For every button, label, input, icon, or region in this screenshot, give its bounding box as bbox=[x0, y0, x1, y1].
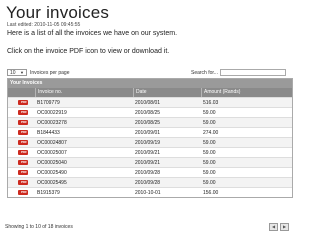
column-header-amount[interactable]: Amount (Rands) bbox=[201, 88, 292, 97]
last-edited-value: 2010-11-05 09:45:55 bbox=[34, 22, 81, 28]
invoice-amount: 59.00 bbox=[203, 110, 216, 116]
invoice-number: OC00025040 bbox=[37, 160, 67, 166]
invoice-number: OC00024807 bbox=[37, 140, 67, 146]
invoice-date: 2010/08/01 bbox=[135, 100, 161, 106]
table-row: PDF B1844433 2010/09/01 274.00 bbox=[8, 127, 292, 137]
pdf-icon[interactable]: PDF bbox=[18, 130, 28, 135]
chevron-down-icon: ▼ bbox=[20, 70, 24, 75]
pdf-icon[interactable]: PDF bbox=[18, 100, 28, 105]
invoice-table: Your Invoices Invoice no. Date Amount (R… bbox=[7, 78, 293, 198]
invoice-number: B1844433 bbox=[37, 130, 60, 136]
table-row: PDF OC00025495 2010/09/28 59.00 bbox=[8, 177, 292, 187]
pdf-cell: PDF bbox=[8, 188, 35, 197]
hint-text: Click on the invoice PDF icon to view or… bbox=[7, 48, 170, 55]
invoice-number: B1709779 bbox=[37, 100, 60, 106]
table-row: PDF OC00024807 2010/09/19 59.00 bbox=[8, 137, 292, 147]
column-header-date[interactable]: Date bbox=[133, 88, 201, 97]
pdf-icon[interactable]: PDF bbox=[18, 110, 28, 115]
invoice-date: 2010/08/25 bbox=[135, 120, 161, 126]
pdf-cell: PDF bbox=[8, 128, 35, 137]
last-edited: Last edited: 2010-11-05 09:45:55 bbox=[7, 22, 80, 28]
pdf-icon[interactable]: PDF bbox=[18, 120, 28, 125]
pdf-icon[interactable]: PDF bbox=[18, 190, 28, 195]
per-page-value: 10 bbox=[10, 69, 16, 76]
invoice-date: 2010/08/25 bbox=[135, 110, 161, 116]
table-header-row: Invoice no. Date Amount (Rands) bbox=[8, 88, 292, 97]
pagination: ◀ ▶ bbox=[269, 223, 289, 231]
invoice-number: OC00023278 bbox=[37, 120, 67, 126]
invoice-amount: 59.00 bbox=[203, 140, 216, 146]
table-summary: Showing 1 to 10 of 18 invoices bbox=[5, 224, 73, 230]
table-row: PDF OC00025007 2010/09/21 59.00 bbox=[8, 147, 292, 157]
invoice-date: 2010/09/01 bbox=[135, 130, 161, 136]
pdf-cell: PDF bbox=[8, 178, 35, 187]
page-title: Your invoices bbox=[6, 3, 110, 22]
pdf-cell: PDF bbox=[8, 98, 35, 107]
invoice-amount: 59.00 bbox=[203, 120, 216, 126]
table-row: PDF B1709779 2010/08/01 516.03 bbox=[8, 97, 292, 107]
table-row: PDF OC00025490 2010/09/28 59.00 bbox=[8, 167, 292, 177]
invoice-date: 2010/09/28 bbox=[135, 170, 161, 176]
pdf-cell: PDF bbox=[8, 108, 35, 117]
column-header-icon[interactable] bbox=[8, 88, 35, 97]
pdf-icon[interactable]: PDF bbox=[18, 150, 28, 155]
pdf-cell: PDF bbox=[8, 168, 35, 177]
pdf-cell: PDF bbox=[8, 148, 35, 157]
pdf-icon[interactable]: PDF bbox=[18, 170, 28, 175]
search-input[interactable] bbox=[219, 69, 286, 76]
invoice-date: 2010/09/19 bbox=[135, 140, 161, 146]
table-row: PDF B1915379 2010-10-01 156.00 bbox=[8, 187, 292, 197]
arrow-left-icon: ◀ bbox=[271, 224, 276, 229]
invoice-date: 2010/09/28 bbox=[135, 180, 161, 186]
table-heading: Your Invoices bbox=[8, 79, 292, 88]
pdf-icon[interactable]: PDF bbox=[18, 180, 28, 185]
pdf-icon[interactable]: PDF bbox=[18, 140, 28, 145]
pdf-icon[interactable]: PDF bbox=[18, 160, 28, 165]
prev-page-button[interactable]: ◀ bbox=[269, 223, 278, 231]
per-page-control: 10 ▼ Invoices per page bbox=[7, 69, 69, 76]
invoice-amount: 59.00 bbox=[203, 180, 216, 186]
search-label: Search for... bbox=[191, 69, 218, 76]
invoice-amount: 59.00 bbox=[203, 170, 216, 176]
invoice-amount: 59.00 bbox=[203, 160, 216, 166]
invoice-number: OC00022919 bbox=[37, 110, 67, 116]
table-row: PDF OC00025040 2010/09/21 59.00 bbox=[8, 157, 292, 167]
pdf-cell: PDF bbox=[8, 158, 35, 167]
next-page-button[interactable]: ▶ bbox=[280, 223, 289, 231]
invoice-number: OC00025490 bbox=[37, 170, 67, 176]
last-edited-label: Last edited: bbox=[7, 22, 33, 28]
invoice-amount: 516.03 bbox=[203, 100, 219, 106]
invoice-number: B1915379 bbox=[37, 190, 60, 196]
invoice-amount: 274.00 bbox=[203, 130, 219, 136]
per-page-label: Invoices per page bbox=[30, 69, 70, 76]
invoice-date: 2010/09/21 bbox=[135, 160, 161, 166]
invoice-amount: 156.00 bbox=[203, 190, 219, 196]
pdf-cell: PDF bbox=[8, 118, 35, 127]
invoice-amount: 59.00 bbox=[203, 150, 216, 156]
arrow-right-icon: ▶ bbox=[282, 224, 287, 229]
column-header-invoice[interactable]: Invoice no. bbox=[35, 88, 133, 97]
intro-text: Here is a list of all the invoices we ha… bbox=[7, 30, 178, 37]
invoice-number: OC00025495 bbox=[37, 180, 67, 186]
pdf-cell: PDF bbox=[8, 138, 35, 147]
table-row: PDF OC00022919 2010/08/25 59.00 bbox=[8, 107, 292, 117]
invoice-date: 2010-10-01 bbox=[135, 190, 161, 196]
per-page-select[interactable]: 10 ▼ bbox=[7, 69, 27, 76]
search-control: Search for... bbox=[191, 69, 286, 76]
invoice-date: 2010/09/21 bbox=[135, 150, 161, 156]
invoice-number: OC00025007 bbox=[37, 150, 67, 156]
table-row: PDF OC00023278 2010/08/25 59.00 bbox=[8, 117, 292, 127]
